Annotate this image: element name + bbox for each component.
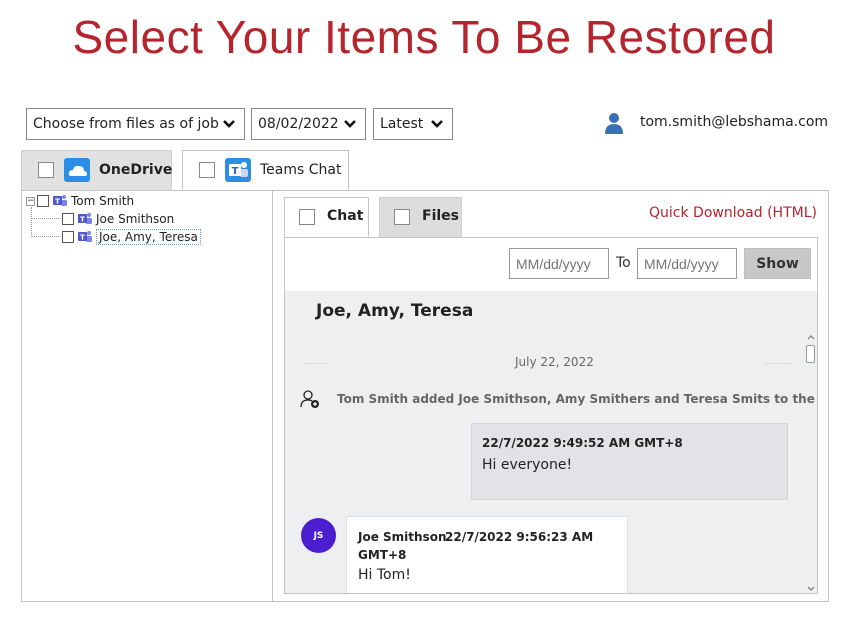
user-icon (605, 113, 623, 134)
date-select-value: 08/02/2022 (258, 116, 339, 132)
tree-connector (31, 236, 61, 237)
version-select-value: Latest (380, 116, 424, 132)
svg-text:T: T (55, 198, 60, 206)
scrollbar[interactable] (805, 333, 817, 593)
day-separator: July 22, 2022 (515, 355, 594, 369)
scroll-thumb[interactable] (806, 345, 815, 363)
tab-onedrive-label: OneDrive (99, 162, 173, 178)
tree-node-root[interactable]: − T Tom Smith (26, 193, 134, 209)
add-member-icon (300, 390, 319, 408)
conversation-view: Joe, Amy, Teresa July 22, 2022 Tom Smith… (285, 291, 818, 593)
user-account: tom.smith@lebshama.com (604, 112, 828, 134)
system-message: Tom Smith added Joe Smithson, Amy Smithe… (337, 392, 818, 406)
teams-icon: T (225, 158, 251, 182)
restore-panel: − T Tom Smith T Joe Smithson T Joe, Amy,… (21, 190, 829, 602)
tree-checkbox[interactable] (62, 231, 74, 243)
teams-icon: T (78, 231, 92, 242)
from-date-input[interactable] (509, 248, 609, 279)
chevron-down-icon (431, 120, 443, 128)
svg-text:T: T (80, 234, 85, 242)
message-timestamp: 22/7/2022 9:56:23 AM (445, 530, 594, 544)
message-sender: Joe Smithson (358, 530, 447, 544)
tree-node-label: Tom Smith (71, 194, 135, 208)
chevron-down-icon (223, 120, 235, 128)
to-date-input[interactable] (637, 248, 737, 279)
page-title: Select Your Items To Be Restored (72, 11, 776, 63)
tab-files[interactable]: Files (379, 197, 462, 237)
message-timestamp-tz: GMT+8 (358, 548, 407, 562)
onedrive-checkbox[interactable] (38, 162, 54, 178)
message-timestamp: 22/7/2022 9:49:52 AM GMT+8 (482, 436, 683, 450)
divider (765, 363, 791, 364)
tree-node-child[interactable]: T Joe Smithson (62, 211, 174, 227)
tree-node-label: Joe, Amy, Teresa (96, 229, 201, 245)
teams-icon: T (53, 195, 67, 206)
message-text: Hi everyone! (482, 457, 573, 473)
date-select[interactable]: 08/02/2022 (251, 108, 366, 140)
quick-download-link[interactable]: Quick Download (HTML) (649, 205, 817, 221)
message-bubble-own: 22/7/2022 9:49:52 AM GMT+8 Hi everyone! (471, 423, 788, 500)
tree-checkbox[interactable] (62, 213, 74, 225)
show-button[interactable]: Show (744, 248, 811, 279)
teams-icon: T (78, 213, 92, 224)
divider (305, 363, 329, 364)
tree-connector (31, 207, 32, 237)
chat-panel: To Show Joe, Amy, Teresa July 22, 2022 T… (284, 237, 818, 594)
teams-chat-checkbox[interactable] (199, 162, 215, 178)
collapse-icon[interactable]: − (26, 196, 35, 206)
tab-chat-label: Chat (327, 208, 364, 224)
files-checkbox[interactable] (394, 209, 410, 225)
tree-node-child-selected[interactable]: T Joe, Amy, Teresa (62, 229, 201, 245)
svg-text:T: T (232, 166, 239, 177)
to-label: To (616, 255, 631, 271)
tab-chat[interactable]: Chat (284, 197, 369, 237)
onedrive-icon (64, 158, 90, 182)
source-select-value: Choose from files as of job (33, 116, 219, 132)
user-email: tom.smith@lebshama.com (640, 114, 829, 130)
message-text: Hi Tom! (358, 567, 411, 583)
tab-teams-chat[interactable]: T Teams Chat (182, 150, 349, 190)
source-select[interactable]: Choose from files as of job (26, 108, 245, 140)
tab-teams-chat-label: Teams Chat (260, 162, 342, 178)
chevron-up-icon[interactable] (805, 333, 817, 343)
tab-files-label: Files (422, 208, 459, 224)
tree-node-label: Joe Smithson (96, 212, 175, 226)
message-bubble-other: Joe Smithson 22/7/2022 9:56:23 AM GMT+8 … (346, 516, 628, 593)
conversation-title: Joe, Amy, Teresa (316, 301, 474, 321)
svg-text:T: T (80, 216, 85, 224)
chevron-down-icon (344, 120, 356, 128)
tab-onedrive[interactable]: OneDrive (21, 150, 172, 190)
tree-view: − T Tom Smith T Joe Smithson T Joe, Amy,… (22, 191, 273, 601)
chevron-down-icon[interactable] (805, 583, 817, 593)
tree-checkbox[interactable] (37, 195, 49, 207)
avatar: JS (301, 518, 336, 553)
version-select[interactable]: Latest (373, 108, 453, 140)
tree-connector (31, 218, 61, 219)
chat-checkbox[interactable] (299, 209, 315, 225)
